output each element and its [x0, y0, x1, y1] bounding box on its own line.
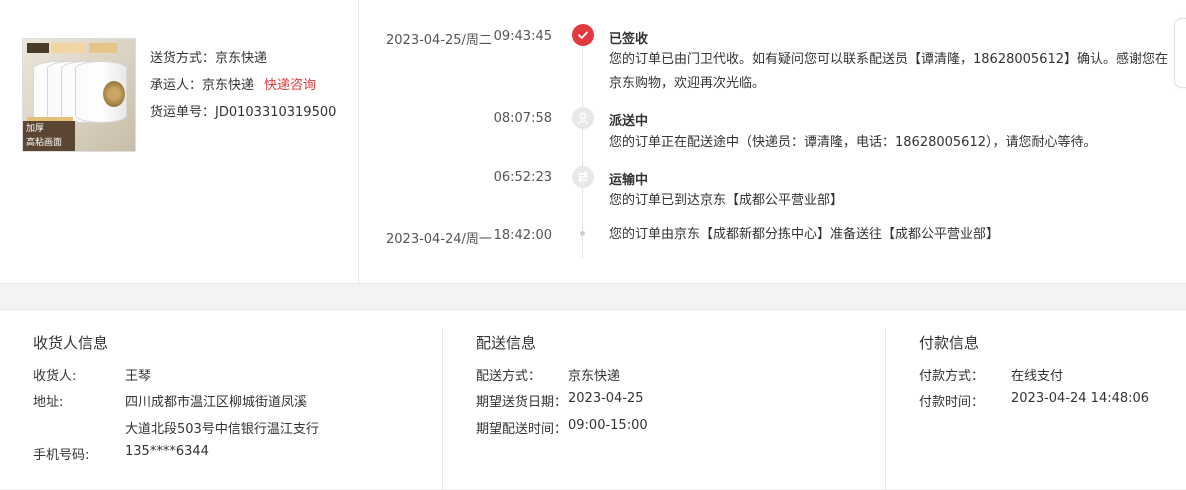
address-line-2: 大道北段503号中信银行温江支行 — [125, 422, 319, 437]
timeline-time: 08:07:58 — [493, 111, 552, 126]
payment-time: 2023-04-24 14:48:06 — [1011, 391, 1150, 406]
side-toolbar-edge[interactable] — [1174, 18, 1186, 88]
column-divider — [442, 329, 443, 490]
order-info-panel: 收货人信息 收货人: 王琴 地址: 四川成都市温江区柳城街道凤溪 大道北段503… — [0, 309, 1186, 490]
payment-method: 在线支付 — [1011, 369, 1064, 384]
expected-date-label: 期望送货日期： — [476, 395, 568, 410]
tape-core — [103, 81, 125, 107]
address-label: 地址: — [33, 395, 64, 410]
logistics-panel: 加厚 高粘画面 送货方式：京东快递 承运人：京东快递 快递咨询 货运单号：JD01… — [0, 0, 1186, 284]
shipping-method-row: 送货方式：京东快递 — [150, 49, 336, 76]
timeline-description: 您的订单已到达京东【成都公平营业部】 — [609, 193, 844, 208]
carrier-label: 承运人： — [150, 78, 203, 93]
delivery-method: 京东快递 — [568, 369, 621, 384]
receiver-name: 王琴 — [125, 369, 152, 384]
timeline-description: 您的订单正在配送途中（快递员：谭清隆，电话：18628005612），请您耐心等… — [609, 135, 1097, 150]
timeline-time: 18:42:00 — [493, 228, 552, 243]
carrier-value: 京东快递 — [202, 78, 255, 93]
timeline-time: 09:43:45 — [493, 29, 552, 44]
timeline-description: 您的订单已由门卫代收。如有疑问您可以联系配送员【谭清隆，18628005612】… — [609, 52, 1168, 91]
courier-inquiry-link[interactable]: 快递咨询 — [264, 78, 316, 93]
timeline-description: 您的订单由京东【成都新都分拣中心】准备送往【成都公平营业部】 — [609, 227, 1000, 242]
receiver-section-title: 收货人信息 — [33, 334, 109, 352]
payment-method-label: 付款方式： — [919, 369, 985, 384]
phone-label: 手机号码: — [33, 448, 90, 463]
phone-number: 135****6344 — [125, 444, 209, 459]
check-icon — [572, 24, 594, 46]
expected-time: 09:00-15:00 — [568, 418, 648, 433]
column-divider — [885, 329, 886, 490]
timeline-status: 已签收 — [609, 32, 649, 47]
timeline-dot — [580, 231, 585, 236]
product-tag — [89, 43, 117, 53]
truck-icon — [572, 166, 594, 188]
expected-date: 2023-04-25 — [568, 391, 644, 406]
timeline-status: 派送中 — [609, 114, 649, 129]
receiver-name-label: 收货人: — [33, 369, 77, 384]
payment-time-label: 付款时间： — [919, 395, 985, 410]
timeline-time: 06:52:23 — [493, 170, 552, 185]
carrier-row: 承运人：京东快递 快递咨询 — [150, 76, 336, 103]
brand-logo — [27, 43, 49, 53]
delivery-method-label: 配送方式： — [476, 369, 542, 384]
product-thumbnail[interactable]: 加厚 高粘画面 — [22, 38, 136, 152]
shipping-method-value: 京东快递 — [215, 51, 268, 66]
delivery-section-title: 配送信息 — [476, 334, 537, 352]
expected-time-label: 期望配送时间： — [476, 422, 568, 437]
timeline-status: 运输中 — [609, 173, 649, 188]
product-tag — [51, 43, 85, 53]
delivery-person-icon — [572, 107, 594, 129]
address-line-1: 四川成都市温江区柳城街道凤溪 — [125, 395, 308, 410]
payment-section-title: 付款信息 — [919, 334, 980, 352]
shipping-method-label: 送货方式： — [150, 51, 216, 66]
timeline-line — [582, 36, 583, 258]
